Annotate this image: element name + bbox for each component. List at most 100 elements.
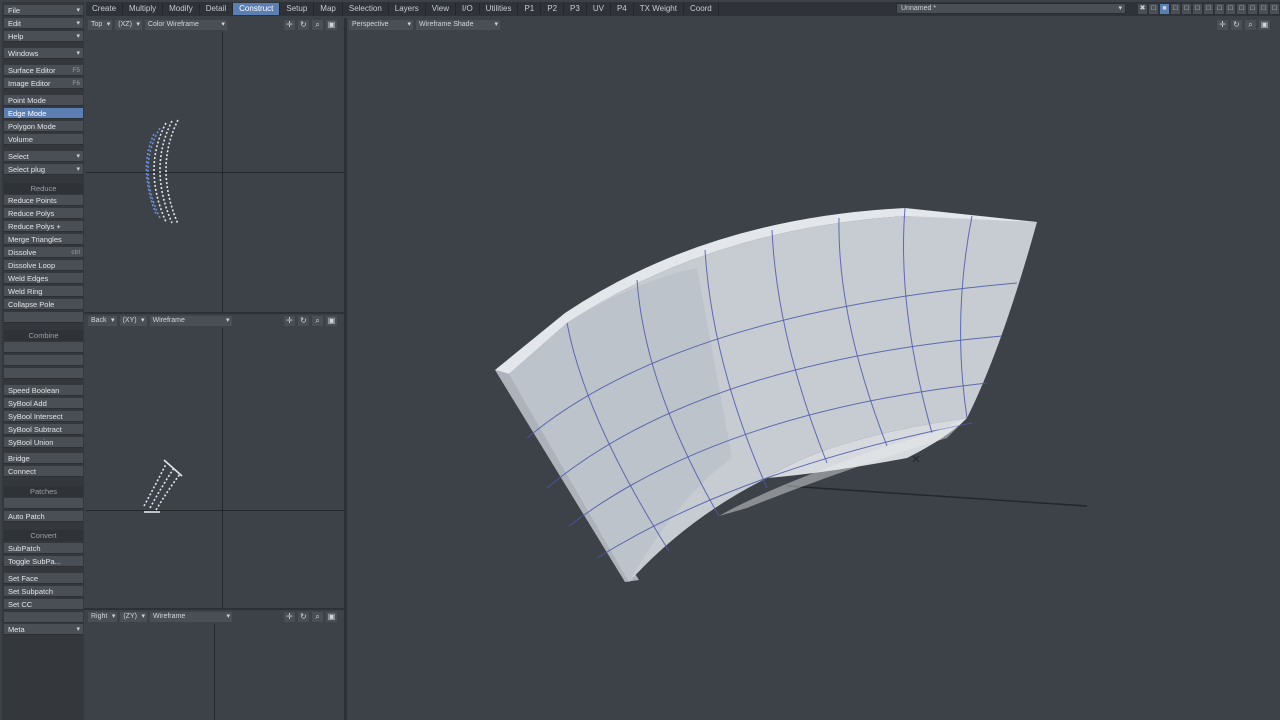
tab-tx-weight[interactable]: TX Weight xyxy=(634,3,684,15)
patches-header: Patches xyxy=(4,486,83,497)
reduce-polys-plus-button[interactable]: Reduce Polys + xyxy=(4,221,83,232)
reduce-polys-button[interactable]: Reduce Polys xyxy=(4,208,83,219)
scene-name: Unnamed * xyxy=(901,5,937,12)
auto-patch-button[interactable]: Auto Patch xyxy=(4,511,83,522)
view-type-select[interactable]: Right xyxy=(88,612,118,622)
layer-icon[interactable]: □ xyxy=(1215,3,1224,14)
polygon-mode-button[interactable]: Polygon Mode xyxy=(4,121,83,132)
weld-edges-button[interactable]: Weld Edges xyxy=(4,273,83,284)
volume-button[interactable]: Volume xyxy=(4,134,83,145)
tab-layers[interactable]: Layers xyxy=(389,3,426,15)
reduce-points-button[interactable]: Reduce Points xyxy=(4,195,83,206)
tab-create[interactable]: Create xyxy=(86,3,124,15)
edit-menu[interactable]: Edit xyxy=(4,18,83,29)
tab-setup[interactable]: Setup xyxy=(280,3,315,15)
tab-p1[interactable]: P1 xyxy=(518,3,542,15)
dissolve-label: Dissolve xyxy=(8,248,37,257)
combine-header: Combine xyxy=(4,330,83,341)
tab-modify[interactable]: Modify xyxy=(163,3,200,15)
layer-icon[interactable]: □ xyxy=(1171,3,1180,14)
tab-map[interactable]: Map xyxy=(314,3,343,15)
tool-sidebar: File Edit Help Windows Surface EditorF5 … xyxy=(2,2,84,720)
image-editor-button[interactable]: Image Editor F6 xyxy=(4,78,83,89)
disabled-tool-button xyxy=(4,368,83,379)
tab-uv[interactable]: UV xyxy=(587,3,611,15)
select-menu[interactable]: Select xyxy=(4,151,83,162)
file-menu[interactable]: File xyxy=(4,5,83,16)
sybool-add-button[interactable]: SyBool Add xyxy=(4,398,83,409)
layer-icon[interactable]: □ xyxy=(1193,3,1202,14)
tab-coord[interactable]: Coord xyxy=(684,3,719,15)
chevron-down-icon: ▾ xyxy=(1118,5,1122,12)
meta-menu[interactable]: Meta xyxy=(4,624,83,635)
set-subpatch-button[interactable]: Set Subpatch xyxy=(4,586,83,597)
top-viewport[interactable]: Top (XZ) Color Wireframe ✛ ↻ ⌕ ▣ xyxy=(86,18,344,312)
move-icon[interactable]: ✛ xyxy=(284,612,295,622)
convert-header: Convert xyxy=(4,530,83,541)
bridge-button[interactable]: Bridge xyxy=(4,453,83,464)
sybool-subtract-button[interactable]: SyBool Subtract xyxy=(4,424,83,435)
perspective-viewport[interactable]: Perspective Wireframe Shade ✛ ↻ ⌕ ▣ xyxy=(347,18,1280,720)
right-viewport-header: Right (ZY) Wireframe xyxy=(86,611,232,623)
image-editor-label: Image Editor xyxy=(8,79,51,88)
maximize-icon[interactable]: ▣ xyxy=(326,612,337,622)
layer-icon[interactable]: □ xyxy=(1204,3,1213,14)
windows-menu[interactable]: Windows xyxy=(4,48,83,59)
sybool-union-button[interactable]: SyBool Union xyxy=(4,437,83,448)
dissolve-loop-button[interactable]: Dissolve Loop xyxy=(4,260,83,271)
image-editor-shortcut: F6 xyxy=(72,80,80,87)
tab-selection[interactable]: Selection xyxy=(343,3,389,15)
right-viewport[interactable]: Right (ZY) Wireframe ✛ ↻ ⌕ ▣ xyxy=(86,610,344,720)
subpatch-button[interactable]: SubPatch xyxy=(4,543,83,554)
shading-select[interactable]: Wireframe xyxy=(149,612,232,622)
tab-construct[interactable]: Construct xyxy=(233,3,281,15)
tab-p3[interactable]: P3 xyxy=(564,3,587,15)
back-viewport[interactable]: Back (XY) Wireframe ✛ ↻ ⌕ ▣ xyxy=(86,314,344,608)
layer-icon[interactable]: ■ xyxy=(1160,3,1169,14)
layer-icon[interactable]: □ xyxy=(1248,3,1257,14)
edge-mode-button[interactable]: Edge Mode xyxy=(4,108,83,119)
back-view-mesh xyxy=(143,459,183,513)
axis-select[interactable]: (ZY) xyxy=(120,612,147,622)
disabled-tool-button xyxy=(4,498,83,509)
speed-boolean-button[interactable]: Speed Boolean xyxy=(4,385,83,396)
collapse-pole-button[interactable]: Collapse Pole xyxy=(4,299,83,310)
viewport-controls: ✛ ↻ ⌕ ▣ xyxy=(282,611,337,623)
tab-p2[interactable]: P2 xyxy=(541,3,565,15)
tab-detail[interactable]: Detail xyxy=(200,3,234,15)
window-controls: ✖ □ ■ □ □ □ □ □ □ □ □ □ □ ▾ xyxy=(1138,2,1280,15)
perspective-mesh xyxy=(495,207,1088,582)
layer-icon[interactable]: □ xyxy=(1149,3,1158,14)
sybool-intersect-button[interactable]: SyBool Intersect xyxy=(4,411,83,422)
dissolve-button[interactable]: Dissolve ctrl xyxy=(4,247,83,258)
tab-p4[interactable]: P4 xyxy=(611,3,634,15)
layer-icon[interactable]: □ xyxy=(1237,3,1246,14)
select-plug-menu[interactable]: Select plug xyxy=(4,164,83,175)
disabled-tool-button xyxy=(4,342,83,353)
modeler-window: File Edit Help Windows Surface EditorF5 … xyxy=(0,0,1280,720)
disabled-tool-button xyxy=(4,312,83,323)
pin-icon[interactable]: ✖ xyxy=(1138,3,1147,14)
surface-editor-button[interactable]: Surface Editor F5 xyxy=(4,65,83,76)
layer-icon[interactable]: □ xyxy=(1226,3,1235,14)
zoom-icon[interactable]: ⌕ xyxy=(312,612,323,622)
tab-multiply[interactable]: Multiply xyxy=(123,3,164,15)
weld-ring-button[interactable]: Weld Ring xyxy=(4,286,83,297)
set-cc-button[interactable]: Set CC xyxy=(4,599,83,610)
disabled-tool-button xyxy=(4,612,83,623)
set-face-button[interactable]: Set Face xyxy=(4,573,83,584)
merge-triangles-button[interactable]: Merge Triangles xyxy=(4,234,83,245)
layer-icon[interactable]: □ xyxy=(1182,3,1191,14)
point-mode-button[interactable]: Point Mode xyxy=(4,95,83,106)
layer-icon[interactable]: □ xyxy=(1270,3,1279,14)
toggle-subpatch-button[interactable]: Toggle SubPa... xyxy=(4,556,83,567)
rotate-icon[interactable]: ↻ xyxy=(298,612,309,622)
scene-select[interactable]: Unnamed * ▾ xyxy=(896,3,1126,14)
tab-utilities[interactable]: Utilities xyxy=(480,3,519,15)
tab-view[interactable]: View xyxy=(426,3,456,15)
tab-i-o[interactable]: I/O xyxy=(456,3,480,15)
layer-icon[interactable]: □ xyxy=(1259,3,1268,14)
surface-editor-shortcut: F5 xyxy=(72,67,80,74)
connect-button[interactable]: Connect xyxy=(4,466,83,477)
help-menu[interactable]: Help xyxy=(4,31,83,42)
